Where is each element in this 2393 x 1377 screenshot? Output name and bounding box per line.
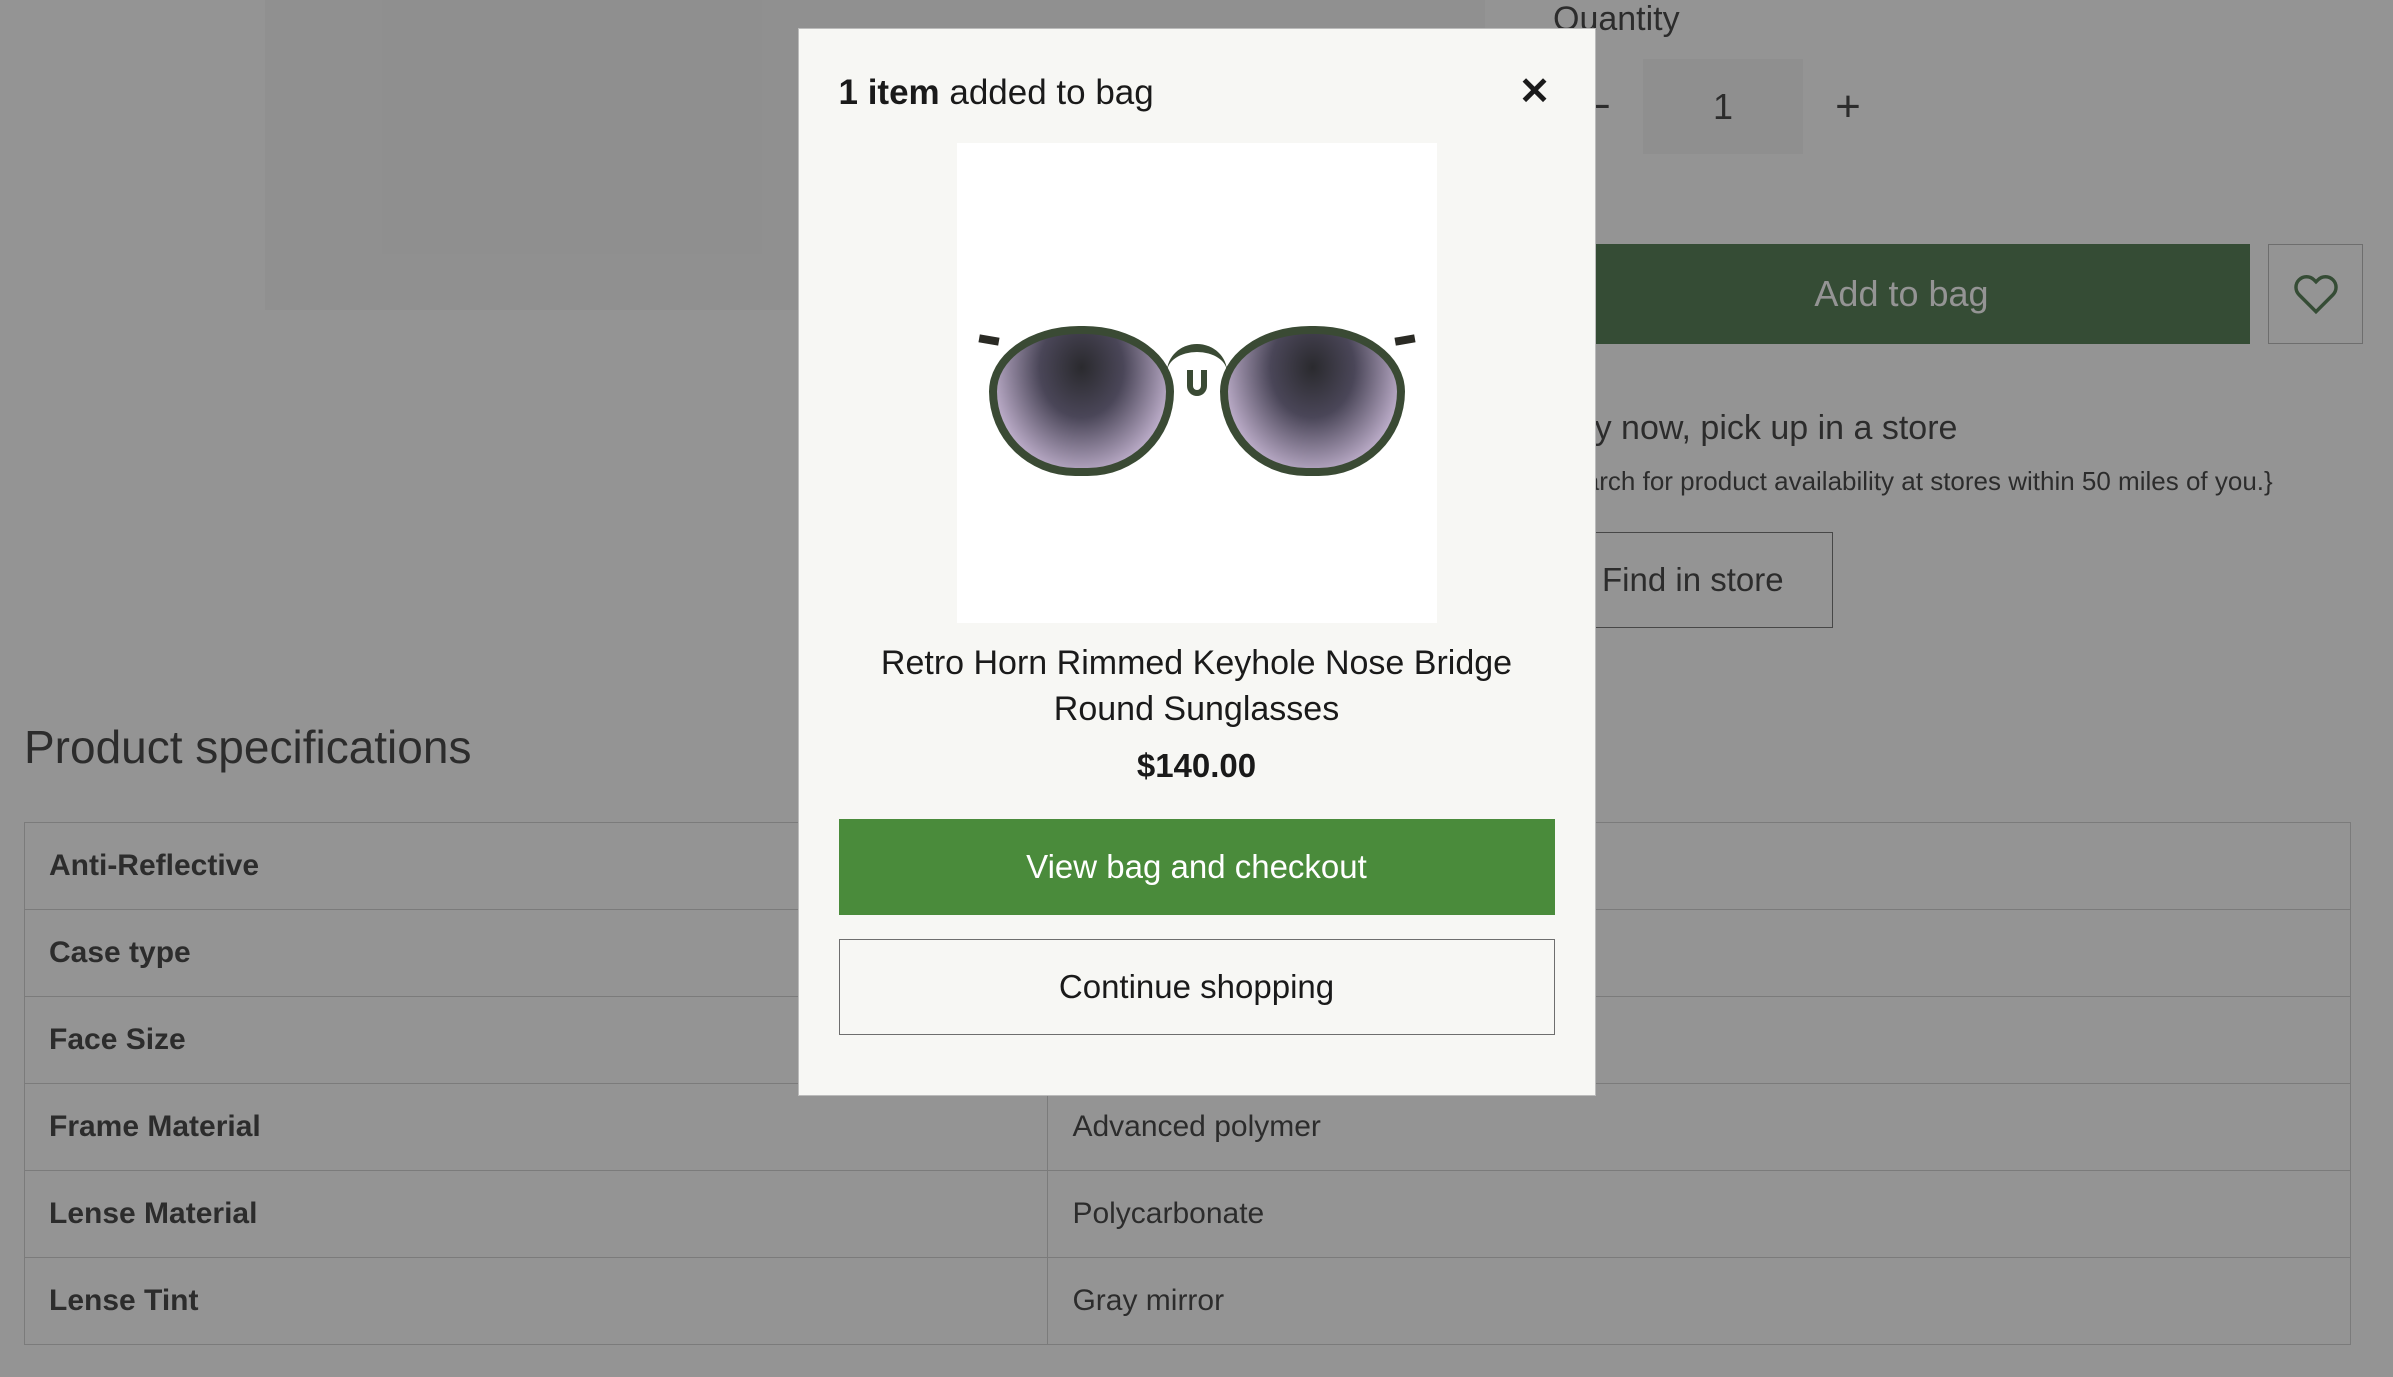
modal-product-name: Retro Horn Rimmed Keyhole Nose Bridge Ro… [845, 641, 1549, 733]
added-to-bag-modal: 1 item added to bag ✕ R [798, 28, 1596, 1096]
close-button[interactable]: ✕ [1515, 73, 1555, 111]
modal-product-price: $140.00 [839, 747, 1555, 785]
sunglasses-icon [987, 318, 1407, 488]
close-icon: ✕ [1519, 71, 1551, 113]
modal-title: 1 item added to bag [839, 73, 1154, 113]
modal-overlay[interactable]: 1 item added to bag ✕ R [0, 0, 2393, 1377]
modal-product-image [957, 143, 1437, 623]
view-bag-button[interactable]: View bag and checkout [839, 819, 1555, 915]
continue-shopping-button[interactable]: Continue shopping [839, 939, 1555, 1035]
product-page: Quantity − + Add to bag Buy now, pick up… [0, 0, 2393, 1377]
